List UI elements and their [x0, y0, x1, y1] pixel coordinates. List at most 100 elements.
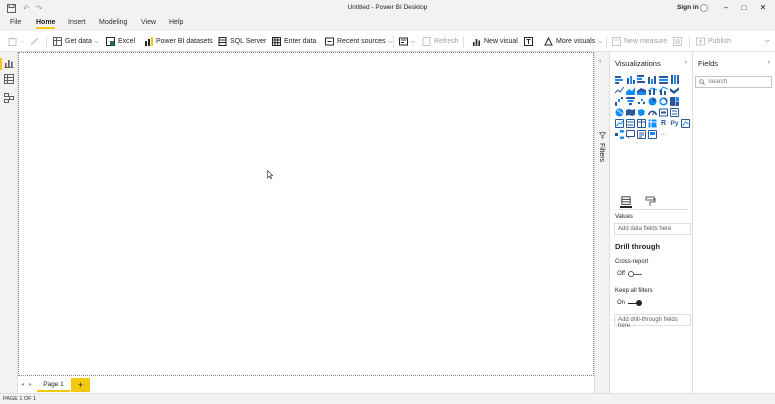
empty-slot-icon [681, 75, 690, 84]
cross-report-toggle[interactable]: Off [617, 271, 642, 277]
text-box-icon [524, 37, 533, 46]
multi-row-card-icon[interactable] [670, 108, 679, 117]
ribbon-chart-icon[interactable] [670, 86, 679, 95]
excel-button[interactable]: Excel [106, 36, 135, 47]
format-painter-button[interactable] [30, 36, 39, 47]
filters-pane[interactable]: ‹ Filters [594, 52, 609, 393]
search-input[interactable] [708, 79, 768, 85]
matrix-icon[interactable] [648, 119, 657, 128]
window-title: Untitled - Power BI Desktop [347, 4, 428, 11]
publish-button[interactable]: Publish [696, 36, 731, 47]
menu-home[interactable]: Home [36, 19, 56, 29]
transform-data-button[interactable]: ⌵ [399, 36, 415, 47]
get-data-button[interactable]: Get data ⌵ [53, 36, 99, 47]
recent-sources-button[interactable]: Recent sources ⌵ [325, 36, 392, 47]
scatter-chart-icon[interactable] [637, 97, 646, 106]
toggle-knob-on [636, 300, 643, 306]
filled-map-icon[interactable] [626, 108, 635, 117]
menu-file[interactable]: File [10, 19, 21, 26]
stacked-bar-chart-icon[interactable] [615, 75, 624, 84]
python-visual-icon[interactable]: Py [670, 119, 679, 128]
table-icon[interactable] [637, 119, 646, 128]
paste-button[interactable]: ⌵ [8, 36, 24, 47]
shape-map-icon[interactable] [637, 108, 646, 117]
refresh-button[interactable]: Refresh [422, 36, 459, 47]
gauge-icon[interactable] [648, 108, 657, 117]
format-paint-roller-icon[interactable] [644, 196, 656, 208]
add-page-button[interactable]: + [71, 378, 90, 392]
donut-chart-icon[interactable] [659, 97, 668, 106]
new-measure-button[interactable]: New measure [612, 36, 667, 47]
redo-icon[interactable]: ↷ [34, 3, 44, 13]
keep-filters-toggle[interactable]: On [617, 300, 643, 306]
card-icon[interactable] [659, 108, 668, 117]
powerbi-dataset-icon [145, 37, 153, 46]
next-page-icon[interactable]: ▸ [29, 381, 32, 388]
empty-slot-icon [681, 97, 690, 106]
report-view-icon[interactable] [4, 58, 14, 68]
calculator-icon [612, 37, 621, 46]
line-chart-icon[interactable] [615, 86, 624, 95]
slicer-icon[interactable] [626, 119, 635, 128]
model-view-icon[interactable] [4, 93, 14, 103]
menu-view[interactable]: View [141, 19, 156, 26]
sql-server-button[interactable]: SQL Server [218, 36, 266, 47]
100-stacked-column-chart-icon[interactable] [670, 75, 679, 84]
view-switcher [0, 52, 18, 393]
powerbi-datasets-button[interactable]: Power BI datasets [144, 36, 213, 47]
values-well[interactable]: Add data fields here [614, 223, 691, 235]
waterfall-chart-icon[interactable] [615, 97, 624, 106]
pie-chart-icon[interactable] [648, 97, 657, 106]
fields-pane: Fields › [693, 52, 775, 393]
chevron-down-icon: ⌵ [94, 38, 99, 45]
stacked-column-chart-icon[interactable] [626, 75, 635, 84]
text-box-button[interactable] [524, 36, 533, 47]
fields-search-box[interactable] [695, 76, 772, 88]
100-stacked-bar-chart-icon[interactable] [659, 75, 668, 84]
collapse-ribbon-button[interactable]: ⌵ [765, 36, 770, 47]
area-chart-icon[interactable] [626, 86, 635, 95]
qna-visual-icon[interactable] [626, 130, 635, 139]
drill-through-well[interactable]: Add drill-through fields here [614, 314, 691, 329]
more-visuals-button[interactable]: More visuals ⌵ [544, 36, 602, 47]
more-visuals-icon[interactable]: ··· [659, 130, 668, 139]
stacked-area-chart-icon[interactable] [637, 86, 646, 95]
new-visual-button[interactable]: New visual [472, 36, 518, 47]
treemap-icon[interactable] [670, 97, 679, 106]
key-influencers-icon[interactable] [681, 119, 690, 128]
chevron-down-icon: ⌵ [20, 38, 24, 45]
quick-measure-button[interactable] [673, 36, 682, 47]
kpi-icon[interactable] [615, 119, 624, 128]
enter-data-button[interactable]: Enter data [272, 36, 316, 47]
map-icon[interactable] [615, 108, 624, 117]
line-stacked-column-chart-icon[interactable] [659, 86, 668, 95]
page-tab[interactable]: Page 1 [37, 378, 70, 392]
maximize-button[interactable]: □ [738, 2, 750, 14]
clustered-column-chart-icon[interactable] [648, 75, 657, 84]
decomposition-tree-icon[interactable] [615, 130, 624, 139]
menu-modeling[interactable]: Modeling [99, 19, 127, 26]
sign-in-link[interactable]: Sign in [677, 4, 699, 11]
collapse-visualizations-icon[interactable]: › [685, 59, 687, 66]
avatar[interactable] [700, 4, 708, 12]
clustered-bar-chart-icon[interactable] [637, 75, 646, 84]
viz-pane-tabs [618, 196, 688, 210]
r-visual-icon[interactable]: R [659, 119, 668, 128]
menu-help[interactable]: Help [169, 19, 183, 26]
funnel-chart-icon[interactable] [626, 97, 635, 106]
expand-filters-icon[interactable]: ‹ [599, 58, 601, 65]
report-canvas[interactable] [18, 52, 594, 376]
paginated-report-icon[interactable] [648, 130, 657, 139]
prev-page-icon[interactable]: ◂ [21, 381, 24, 388]
collapse-fields-icon[interactable]: › [768, 59, 770, 66]
fields-well-tab-icon[interactable] [620, 196, 632, 208]
smart-narrative-icon[interactable] [637, 130, 646, 139]
minimize-button[interactable]: – [720, 2, 732, 14]
visualizations-title: Visualizations [615, 59, 661, 68]
close-button[interactable]: ✕ [757, 2, 769, 14]
save-icon[interactable] [6, 3, 16, 13]
data-view-icon[interactable] [4, 74, 14, 84]
line-column-chart-icon[interactable] [648, 86, 657, 95]
menu-insert[interactable]: Insert [68, 19, 86, 26]
undo-icon[interactable]: ↶ [21, 3, 31, 13]
